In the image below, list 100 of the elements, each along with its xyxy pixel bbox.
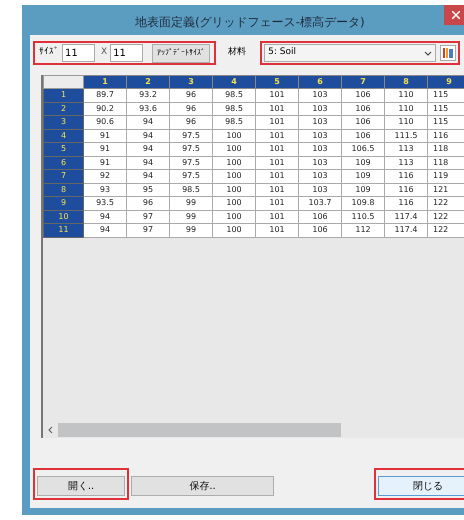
table-cell: 96 [126,196,170,210]
times-label: X [101,46,108,60]
table-cell: 94 [126,129,170,142]
table-cell: 109.8 [342,196,384,210]
table-cell: 99 [170,224,212,237]
table-cell: 100 [212,183,256,196]
table-cell: 93.6 [126,102,170,116]
table-cell: 110.5 [342,210,384,224]
table-cell: 93.5 [84,196,126,210]
save-button[interactable]: 保存.. [131,476,274,496]
column-header[interactable]: 7 [342,76,384,88]
column-header[interactable]: 4 [212,76,256,88]
table-cell: 91 [84,142,126,156]
table-cell: 103 [298,142,342,156]
table-cell: 94 [84,210,126,224]
table-cell: 93.2 [126,88,170,102]
size-x-field[interactable]: 11 [62,44,95,62]
table-cell: 101 [256,156,298,170]
table-cell: 97.5 [170,129,212,142]
table-cell: 97.5 [170,170,212,183]
table-cell: 97.5 [170,156,212,170]
table-cell: 94 [126,156,170,170]
table-cell: 118 [428,156,464,170]
table-cell: 106 [342,88,384,102]
row-header[interactable]: 3 [44,116,84,129]
column-header[interactable]: 6 [298,76,342,88]
table-cell: 112 [342,224,384,237]
table-cell: 103 [298,88,342,102]
row-header[interactable]: 2 [44,102,84,116]
material-label: 材料 [228,46,246,60]
column-header[interactable]: 8 [384,76,428,88]
chevron-down-icon [424,50,432,56]
table-cell: 89.7 [84,88,126,102]
table-cell: 103 [298,170,342,183]
table-cell: 116 [384,196,428,210]
column-header[interactable]: 1 [84,76,126,88]
table-cell: 101 [256,102,298,116]
row-header[interactable]: 6 [44,156,84,170]
row-header[interactable]: 4 [44,129,84,142]
row-header[interactable]: 9 [44,196,84,210]
table-cell: 101 [256,196,298,210]
row-header[interactable]: 7 [44,170,84,183]
table-cell: 101 [256,129,298,142]
table-cell: 93 [84,183,126,196]
table-cell: 98.5 [212,116,256,129]
size-y-field[interactable]: 11 [110,44,144,62]
column-header[interactable]: 5 [256,76,298,88]
table-cell: 99 [170,196,212,210]
table-cell: 117.4 [384,210,428,224]
close-dialog-button[interactable]: 閉じる [378,476,464,496]
table-cell: 115 [428,102,464,116]
table-cell: 100 [212,210,256,224]
table-cell: 113 [384,142,428,156]
table-cell: 103 [298,102,342,116]
table-cell: 110 [384,102,428,116]
table-cell: 101 [256,224,298,237]
row-header[interactable]: 1 [44,88,84,102]
table-cell: 100 [212,129,256,142]
table-cell: 94 [126,142,170,156]
table-cell: 94 [126,116,170,129]
table-cell: 98.5 [170,183,212,196]
table-cell: 122 [428,210,464,224]
close-icon [452,11,460,19]
table-cell: 106 [342,116,384,129]
open-button[interactable]: 開く.. [37,476,125,496]
table-cell: 101 [256,183,298,196]
table-cell: 100 [212,224,256,237]
material-properties-icon[interactable] [440,45,456,61]
table-cell: 103 [298,156,342,170]
table-cell: 96 [170,88,212,102]
table-cell: 106 [342,102,384,116]
material-dropdown[interactable]: 5: Soil [264,44,436,62]
update-size-button[interactable]: ｱｯﾌﾟﾃﾞｰﾄｻｲｽﾞ [152,44,210,62]
table-cell: 100 [212,156,256,170]
scrollbar-thumb[interactable] [58,422,341,436]
table-cell: 94 [126,170,170,183]
row-header[interactable]: 5 [44,142,84,156]
table-cell: 111.5 [384,129,428,142]
table-cell: 115 [428,116,464,129]
table-cell: 98.5 [212,88,256,102]
table-cell: 100 [212,170,256,183]
table-cell: 119 [428,170,464,183]
table-cell: 109 [342,170,384,183]
table-cell: 109 [342,183,384,196]
table-cell: 96 [170,116,212,129]
size-label: ｻｲｽﾞ [39,46,59,60]
table-cell: 106 [298,224,342,237]
column-header[interactable]: 9 [428,76,464,88]
row-header[interactable]: 11 [44,224,84,237]
table-cell: 95 [126,183,170,196]
row-header[interactable]: 10 [44,210,84,224]
column-header[interactable]: 2 [126,76,170,88]
table-cell: 117.4 [384,224,428,237]
table-cell: 115 [428,88,464,102]
table-cell: 97 [126,210,170,224]
column-header[interactable]: 3 [170,76,212,88]
scroll-left-icon[interactable] [48,426,53,434]
table-cell: 101 [256,170,298,183]
table-cell: 121 [428,183,464,196]
row-header[interactable]: 8 [44,183,84,196]
